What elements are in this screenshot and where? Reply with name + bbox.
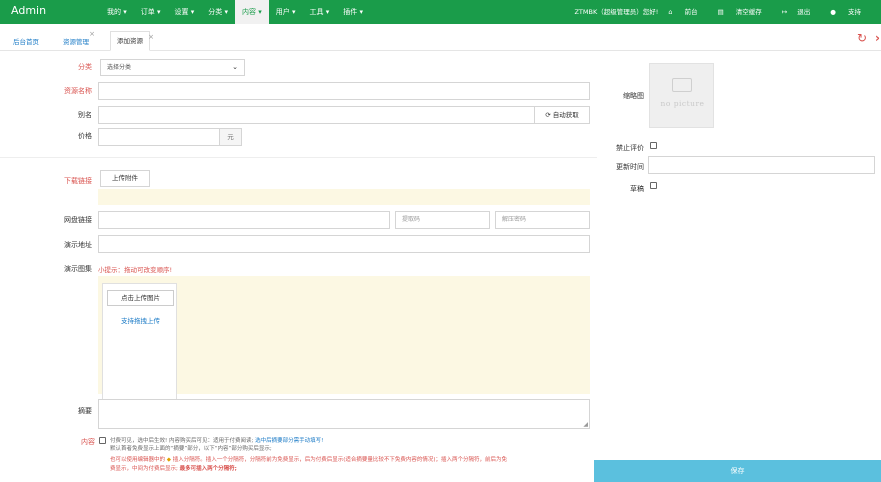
alias-input[interactable] (98, 106, 535, 124)
drag-upload-text: 支持拖拽上传 (121, 317, 160, 325)
upload-attachment-button[interactable]: 上传附件 (100, 170, 150, 187)
no-picture-text: no picture (660, 99, 705, 108)
upload-image-button[interactable]: 点击上传图片 (107, 290, 174, 306)
summary-textarea[interactable]: ◢ (98, 399, 590, 429)
update-time-input[interactable] (648, 156, 875, 174)
resource-name-label: 资源名称 (64, 87, 92, 95)
save-button[interactable]: 保存 (594, 460, 881, 482)
refresh-icon[interactable]: ↻ (857, 31, 867, 45)
image-upload-card[interactable]: 点击上传图片 支持拖拽上传 (102, 283, 177, 403)
draft-checkbox[interactable] (650, 182, 657, 189)
paid-note-4: 费显示，中间为付费后显示; 最多可插入两个分隔符; (110, 466, 237, 472)
nav-right: ZTMBK（超级管理员）您好! ⌂ 前台 ▤ 清空缓存 ↦ 退出 ● 支持 (574, 0, 881, 24)
download-area (98, 189, 590, 205)
tab-close-icon[interactable]: × (148, 28, 154, 46)
user-icon: ● (830, 8, 836, 16)
content-label: 内容 (81, 438, 95, 446)
tab-add-resource[interactable]: 添加资源 × (110, 31, 154, 51)
category-select[interactable]: 选择分类 ⌄ (100, 59, 245, 76)
user-link[interactable]: ● 支持 (830, 0, 871, 24)
price-input[interactable] (98, 128, 220, 146)
tab-close-icon[interactable]: × (89, 30, 95, 38)
disable-comment-label: 禁止评价 (616, 144, 644, 152)
menu-plugins[interactable]: 插件 ▾ (336, 0, 370, 24)
netdisk-input[interactable] (98, 211, 390, 229)
update-time-label: 更新时间 (616, 163, 644, 171)
resource-name-input[interactable] (98, 82, 590, 100)
thumbnail-image[interactable]: no picture (649, 63, 714, 128)
picture-icon (672, 78, 692, 92)
greeting-text: ZTMBK（超级管理员）您好! (574, 8, 659, 16)
paid-note-1: 付费可见，选中后生效! 内容购买后可见：适用于付费阅读; 选中后摘要部分需手动填… (110, 438, 324, 444)
auto-fetch-button[interactable]: ⟳ 自动获取 (534, 106, 590, 124)
price-unit: 元 (219, 128, 242, 146)
tab-resource-management[interactable]: 资源管理 × (63, 30, 95, 46)
menu-category[interactable]: 分类 ▾ (201, 0, 235, 24)
chevron-right-icon[interactable]: › (875, 31, 880, 45)
thumbnail-label: 缩略图 (623, 92, 644, 100)
extract-code-input[interactable]: 提取码 (395, 211, 490, 229)
home-icon: ⌂ (668, 8, 673, 16)
brand-logo[interactable]: Admin (11, 4, 46, 17)
divider (0, 157, 597, 158)
chevron-down-icon: ⌄ (232, 63, 238, 71)
paid-note-3: 也可以使用编辑器中的 ◆ 插入分隔符。插入一个分隔符，分隔符前为免费显示，后为付… (110, 457, 508, 463)
menu-users[interactable]: 用户 ▾ (269, 0, 303, 24)
netdisk-label: 网盘链接 (64, 216, 92, 224)
demo-url-label: 演示地址 (64, 241, 92, 249)
clear-cache-link[interactable]: ▤ 清空缓存 (718, 0, 772, 24)
menu-settings[interactable]: 设置 ▾ (168, 0, 202, 24)
paid-note-2: 默认首者免费显示上面的“摘要”部分，以下“内容”部分购买后显示; (110, 446, 272, 452)
unzip-password-input[interactable]: 解压密码 (495, 211, 590, 229)
tab-home[interactable]: 后台首页 (13, 36, 39, 46)
frontend-link[interactable]: ⌂ 前台 (668, 0, 707, 24)
price-label: 价格 (78, 132, 92, 140)
alias-label: 别名 (78, 111, 92, 119)
main-menu: 我的 ▾ 订单 ▾ 设置 ▾ 分类 ▾ 内容 ▾ 用户 ▾ 工具 ▾ 插件 ▾ (100, 0, 370, 24)
logout-link[interactable]: ↦ 退出 (782, 0, 820, 24)
menu-mine[interactable]: 我的 ▾ (100, 0, 134, 24)
category-label: 分类 (78, 63, 92, 71)
menu-tools[interactable]: 工具 ▾ (303, 0, 337, 24)
download-label: 下载链接 (64, 177, 92, 185)
trash-icon: ▤ (717, 8, 724, 16)
summary-label: 摘要 (78, 407, 92, 415)
draft-label: 草稿 (630, 185, 644, 193)
disable-comment-checkbox[interactable] (650, 142, 657, 149)
refresh-icon: ⟳ (545, 111, 551, 119)
top-navbar: Admin 我的 ▾ 订单 ▾ 设置 ▾ 分类 ▾ 内容 ▾ 用户 ▾ 工具 ▾… (0, 0, 881, 24)
tab-bar: 后台首页 资源管理 × 添加资源 × (0, 24, 881, 51)
gallery-label: 演示图集 (64, 265, 92, 273)
paid-visible-checkbox[interactable] (99, 437, 106, 444)
logout-icon: ↦ (781, 8, 788, 16)
gallery-hint: 小提示：拖动可改变顺序! (98, 266, 173, 274)
resize-grip-icon[interactable]: ◢ (583, 421, 588, 428)
demo-url-input[interactable] (98, 235, 590, 253)
menu-orders[interactable]: 订单 ▾ (134, 0, 168, 24)
menu-content[interactable]: 内容 ▾ (235, 0, 269, 24)
